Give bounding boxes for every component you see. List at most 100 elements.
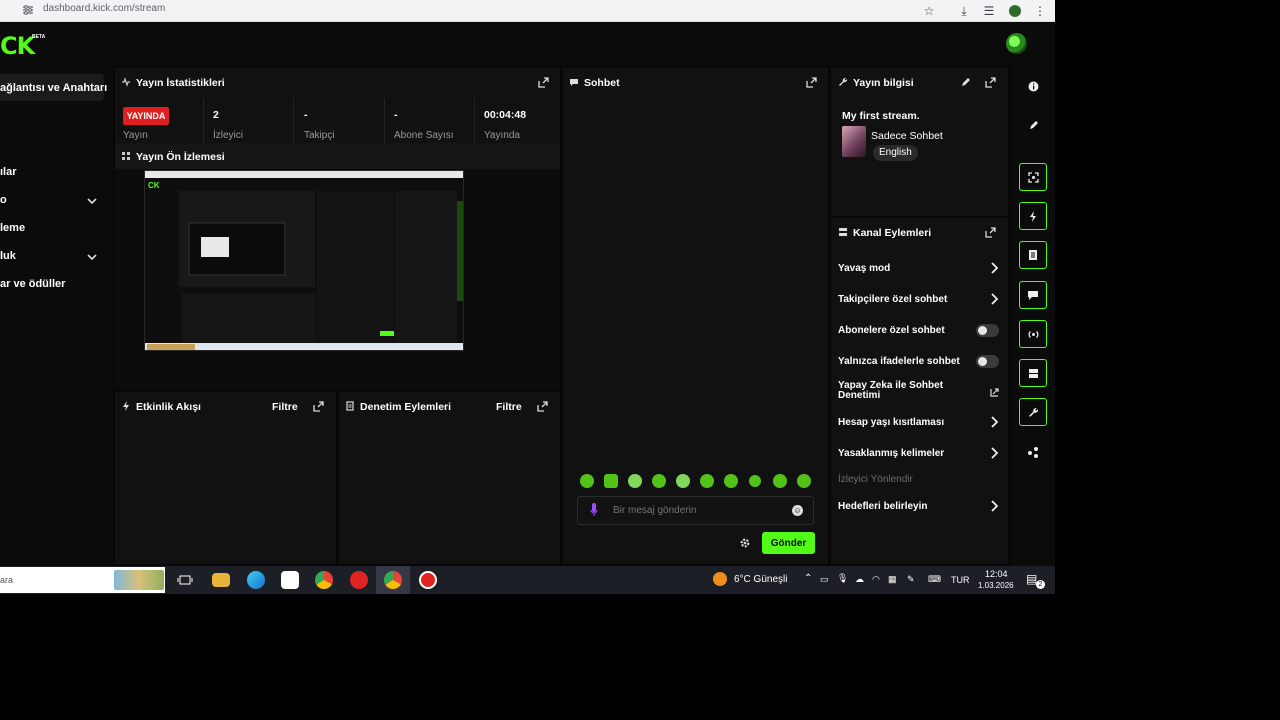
live-badge-caption: Yayın (123, 130, 148, 141)
slow-mode-action[interactable]: Yavaş mod (838, 263, 890, 274)
subscribers-only-action: Abonelere özel sohbet (838, 325, 945, 336)
broadcast-icon[interactable] (1019, 320, 1047, 348)
emotes-only-toggle[interactable] (976, 355, 999, 368)
moderation-filter-button[interactable]: Filtre (496, 401, 522, 413)
sidebar: ağlantısı ve Anahtarı ılar o leme luk ar… (0, 66, 113, 566)
ai-moderation-action[interactable]: Yapay Zeka ile Sohbet Denetimi (838, 381, 958, 401)
emote-icon[interactable] (652, 474, 666, 488)
browser-menu-icon[interactable]: ⋮ (1032, 3, 1048, 19)
cloud-icon[interactable]: ☁ (855, 574, 864, 585)
sidebar-item-stream-key[interactable]: ağlantısı ve Anahtarı (0, 82, 107, 94)
activity-filter-button[interactable]: Filtre (272, 401, 298, 413)
share-icon[interactable] (1025, 444, 1041, 460)
wrench-icon[interactable] (1019, 398, 1047, 426)
taskbar-search[interactable]: ara (0, 567, 165, 593)
emote-icon[interactable] (604, 474, 618, 488)
site-settings-icon[interactable] (22, 4, 34, 16)
account-age-action[interactable]: Hesap yaşı kısıtlaması (838, 417, 944, 428)
emote-icon[interactable] (724, 474, 738, 488)
set-goals-action[interactable]: Hedefleri belirleyin (838, 501, 927, 512)
send-message-button[interactable]: Gönder (762, 532, 815, 554)
tab-search-icon[interactable]: ☰ (981, 3, 997, 19)
stats-panel-title: Yayın İstatistikleri (136, 77, 225, 89)
user-avatar[interactable] (1006, 33, 1027, 54)
edit-icon[interactable] (1025, 117, 1041, 133)
edit-pencil-icon[interactable] (960, 77, 971, 88)
expand-icon[interactable] (313, 401, 324, 412)
pen-icon[interactable]: ✎ (907, 574, 915, 585)
chrome-icon[interactable] (315, 571, 333, 589)
chat-message-input[interactable] (577, 496, 814, 525)
expand-icon[interactable] (806, 77, 817, 88)
chat-icon[interactable] (1019, 281, 1047, 309)
network-icon[interactable]: ▦ (888, 574, 897, 585)
expand-icon[interactable] (985, 77, 996, 88)
emoji-picker-icon[interactable]: ☺ (792, 505, 803, 516)
chevron-down-icon[interactable] (87, 196, 97, 206)
subscriber-label: Abone Sayısı (394, 130, 454, 141)
chevron-right-icon[interactable] (989, 500, 999, 512)
keyboard-icon[interactable]: ⌨ (928, 574, 941, 585)
chevron-right-icon[interactable] (989, 447, 999, 459)
battery-icon[interactable]: ▭ (820, 574, 829, 585)
kick-logo[interactable]: CK (0, 32, 35, 60)
tray-overflow-icon[interactable]: ⌃ (804, 573, 812, 584)
subscribers-only-toggle[interactable] (976, 324, 999, 337)
external-link-icon[interactable] (989, 386, 999, 398)
sidebar-item-3[interactable]: leme (0, 222, 25, 234)
store-icon[interactable] (281, 571, 299, 589)
focus-icon[interactable] (1019, 163, 1047, 191)
banned-words-action[interactable]: Yasaklanmış kelimeler (838, 448, 944, 459)
bolt-icon[interactable] (1019, 202, 1047, 230)
clock-date[interactable]: 1.03.2026 (978, 581, 1014, 590)
emote-icon[interactable] (749, 475, 761, 487)
chevron-right-icon[interactable] (989, 262, 999, 274)
chrome-active-icon[interactable] (384, 571, 402, 589)
sidebar-item-2[interactable]: o (0, 194, 7, 206)
channel-actions-panel: Kanal Eylemleri Yavaş mod Takipçilere öz… (831, 218, 1008, 564)
clock-time[interactable]: 12:04 (985, 569, 1008, 579)
wifi-icon[interactable]: ◠ (872, 574, 880, 585)
file-explorer-icon[interactable] (212, 573, 230, 587)
weather-text[interactable]: 6°C Güneşli (734, 574, 787, 585)
emote-icon[interactable] (700, 474, 714, 488)
chevron-right-icon[interactable] (989, 416, 999, 428)
microphone-tray-icon[interactable]: 🎙 (837, 573, 848, 584)
viewer-count: 2 (213, 109, 219, 121)
app-icon[interactable] (350, 571, 368, 589)
edge-browser-icon[interactable] (247, 571, 265, 589)
followers-only-action[interactable]: Takipçilere özel sohbet (838, 294, 947, 305)
bookmark-star-icon[interactable]: ☆ (921, 3, 937, 19)
sidebar-item-5[interactable]: ar ve ödüller (0, 278, 65, 290)
bolt-icon (123, 401, 129, 411)
document-icon[interactable] (1019, 241, 1047, 269)
emote-icon[interactable] (628, 474, 642, 488)
stream-stats-panel: Yayın İstatistikleri YAYINDA Yayın 2 İzl… (115, 68, 560, 144)
url-text[interactable]: dashboard.kick.com/stream (43, 3, 165, 14)
info-icon[interactable] (1025, 78, 1041, 94)
notification-count: 2 (1036, 580, 1045, 589)
download-icon[interactable]: ⤓ (956, 3, 972, 19)
chevron-right-icon[interactable] (989, 293, 999, 305)
sidebar-item-1[interactable]: ılar (0, 166, 17, 178)
recording-app-icon[interactable] (419, 571, 437, 589)
layout-icon[interactable] (1019, 359, 1047, 387)
browser-profile-icon[interactable] (1007, 3, 1023, 19)
expand-icon[interactable] (985, 227, 996, 238)
task-view-icon[interactable] (176, 571, 194, 589)
chat-settings-gear-icon[interactable] (739, 537, 751, 549)
category-name[interactable]: Sadece Sohbet (871, 130, 943, 142)
sidebar-item-4[interactable]: luk (0, 250, 16, 262)
emote-icon[interactable] (580, 474, 594, 488)
moderation-panel-title: Denetim Eylemleri (360, 401, 452, 413)
expand-icon[interactable] (537, 401, 548, 412)
activity-panel-title: Etkinlik Akışı (136, 401, 201, 413)
emote-icon[interactable] (676, 474, 690, 488)
expand-icon[interactable] (538, 77, 549, 88)
microphone-icon[interactable] (590, 503, 598, 517)
emote-icon[interactable] (797, 474, 811, 488)
chevron-down-icon[interactable] (87, 252, 97, 262)
input-language[interactable]: TUR (951, 575, 970, 585)
emote-icon[interactable] (773, 474, 787, 488)
stream-preview-video[interactable]: CK (144, 170, 464, 351)
